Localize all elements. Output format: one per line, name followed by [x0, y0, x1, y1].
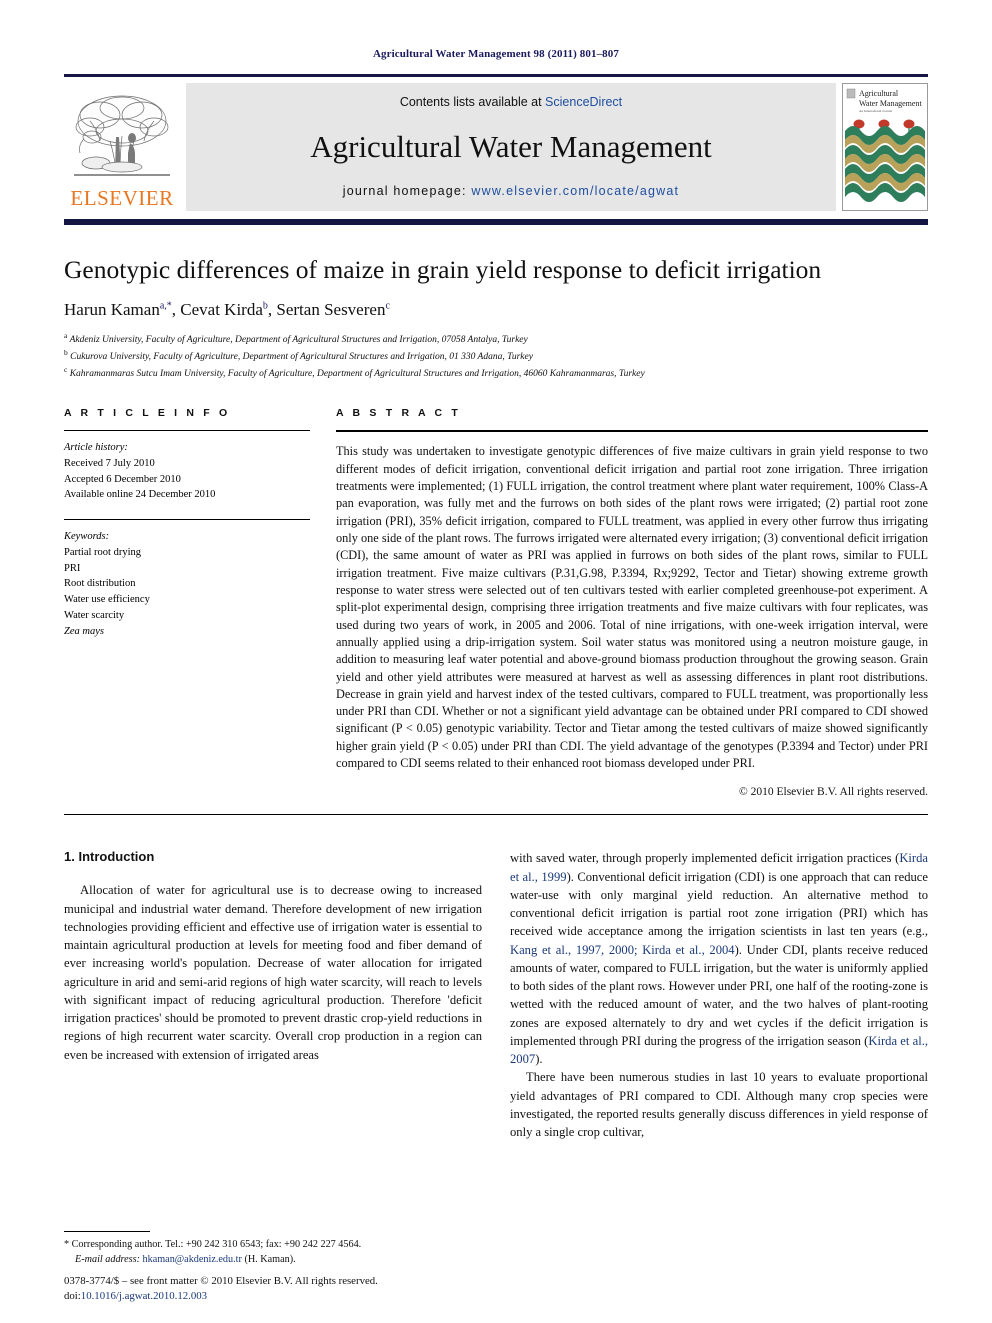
elsevier-wordmark: ELSEVIER [70, 186, 174, 210]
intro-text-b: ). Conventional deficit irrigation (CDI)… [510, 869, 928, 939]
svg-text:Water Management: Water Management [859, 99, 922, 108]
author-affil-marker: b [262, 300, 268, 312]
keyword-item: PRI [64, 562, 81, 574]
masthead-bottom-rule [64, 219, 928, 225]
article-info-column: A R T I C L E I N F O Article history: R… [64, 407, 310, 798]
journal-title: Agricultural Water Management [310, 129, 712, 164]
keyword-item: Water use efficiency [64, 594, 150, 606]
affiliation-line: b Cukurova University, Faculty of Agricu… [64, 348, 928, 365]
affiliation-line: a Akdeniz University, Faculty of Agricul… [64, 331, 928, 348]
journal-cover-thumbnail[interactable]: Agricultural Water Management An Interna… [842, 83, 928, 211]
abstract-heading: A B S T R A C T [336, 407, 461, 420]
author-name[interactable]: Cevat Kirda [180, 300, 263, 319]
affiliation-text: Cukurova University, Faculty of Agricult… [70, 352, 533, 363]
history-item-received: Received 7 July 2010 [64, 457, 155, 469]
author-affil-marker: a,* [159, 300, 172, 312]
affiliation-line: c Kahramanmaras Sutcu Imam University, F… [64, 365, 928, 382]
citation-kang-kirda[interactable]: Kang et al., 1997, 2000; Kirda et al., 2… [510, 943, 735, 957]
keyword-item: Partial root drying [64, 546, 141, 558]
journal-homepage-line: journal homepage: www.elsevier.com/locat… [343, 184, 679, 198]
intro-text-a: with saved water, through properly imple… [510, 851, 900, 866]
intro-paragraph-right-2: There have been numerous studies in last… [510, 1070, 928, 1140]
body-column-left: 1. Introduction Allocation of water for … [64, 849, 482, 1141]
journal-masthead: ELSEVIER Contents lists available at Sci… [64, 74, 928, 225]
author-list: Harun Kamana,*, Cevat Kirdab, Sertan Ses… [64, 300, 390, 320]
section-heading-introduction: 1. Introduction [64, 849, 155, 865]
contents-prefix: Contents lists available at [399, 95, 546, 109]
intro-text-c: ). Under CDI, plants receive reduced amo… [510, 942, 928, 1048]
author-affil-marker: c [385, 300, 390, 312]
email-footnote: E-mail address: hkaman@akdeniz.edu.tr (H… [64, 1253, 489, 1268]
email-label: E-mail address: [75, 1254, 140, 1266]
imprint-block: 0378-3774/$ – see front matter © 2010 El… [64, 1274, 534, 1305]
homepage-url-link[interactable]: www.elsevier.com/locate/agwat [471, 184, 679, 198]
keyword-item: Water scarcity [64, 609, 125, 621]
elsevier-logo: ELSEVIER [64, 83, 180, 211]
intro-paragraph-left: Allocation of water for agricultural use… [64, 883, 482, 1062]
title-block: Genotypic differences of maize in grain … [64, 255, 928, 381]
affiliation-text: Akdeniz University, Faculty of Agricultu… [69, 335, 528, 346]
footnote-rule [64, 1231, 150, 1233]
body-columns: 1. Introduction Allocation of water for … [64, 849, 928, 1141]
issn-front-matter: 0378-3774/$ – see front matter © 2010 El… [64, 1274, 378, 1287]
article-info-rule [64, 430, 310, 432]
journal-band: Contents lists available at ScienceDirec… [186, 83, 836, 211]
body-column-right: with saved water, through properly imple… [510, 849, 928, 1141]
article-info-heading: A R T I C L E I N F O [64, 407, 231, 420]
paper-page: Agricultural Water Management 98 (2011) … [0, 0, 992, 1323]
abstract-rule [336, 430, 928, 433]
elsevier-tree-icon [74, 95, 170, 176]
info-abstract-section: A R T I C L E I N F O Article history: R… [64, 407, 928, 798]
keyword-item: Root distribution [64, 578, 136, 590]
email-link[interactable]: hkaman@akdeniz.edu.tr [143, 1254, 242, 1265]
journal-cover-artwork: Agricultural Water Management An Interna… [843, 84, 927, 210]
author-name[interactable]: Harun Kaman [64, 300, 160, 319]
author-name[interactable]: Sertan Sesveren [276, 300, 385, 319]
doi-line: doi:10.1016/j.agwat.2010.12.003 [64, 1289, 534, 1305]
homepage-label: journal homepage: [342, 184, 467, 198]
running-head: Agricultural Water Management 98 (2011) … [373, 48, 619, 60]
svg-text:Agricultural: Agricultural [859, 89, 899, 98]
contents-available-line: Contents lists available at ScienceDirec… [400, 95, 622, 109]
footnote-marker: * [64, 1239, 70, 1251]
copyright-line: © 2010 Elsevier B.V. All rights reserved… [739, 786, 928, 799]
abstract-section-bottom-rule [64, 814, 928, 816]
email-owner: (H. Kaman). [244, 1254, 296, 1266]
corresponding-author-footnote: * Corresponding author. Tel.: +90 242 31… [64, 1238, 489, 1253]
affiliation-marker: b [64, 347, 68, 357]
footnote-zone: * Corresponding author. Tel.: +90 242 31… [64, 1231, 489, 1268]
corresponding-author-text: Corresponding author. Tel.: +90 242 310 … [71, 1239, 362, 1251]
affiliation-text: Kahramanmaras Sutcu Imam University, Fac… [69, 368, 645, 379]
abstract-column: A B S T R A C T This study was undertake… [336, 407, 928, 798]
history-item-online: Available online 24 December 2010 [64, 489, 216, 501]
keywords-label: Keywords: [64, 531, 110, 543]
doi-link[interactable]: 10.1016/j.agwat.2010.12.003 [81, 1290, 207, 1302]
history-item-accepted: Accepted 6 December 2010 [64, 473, 181, 485]
article-history-label: Article history: [64, 442, 128, 454]
keyword-item: Zea mays [64, 625, 104, 637]
abstract-text: This study was undertaken to investigate… [336, 444, 928, 771]
doi-label: doi: [64, 1290, 81, 1303]
intro-text-d: ). [535, 1052, 543, 1067]
sciencedirect-link[interactable]: ScienceDirect [545, 95, 622, 109]
svg-text:An International Journal: An International Journal [859, 109, 892, 113]
affiliation-marker: a [64, 331, 68, 341]
page-title: Genotypic differences of maize in grain … [64, 255, 822, 284]
affiliation-marker: c [64, 364, 68, 374]
keywords-rule [64, 519, 310, 521]
intro-paragraph-right-continued: with saved water, through properly imple… [510, 849, 928, 1068]
